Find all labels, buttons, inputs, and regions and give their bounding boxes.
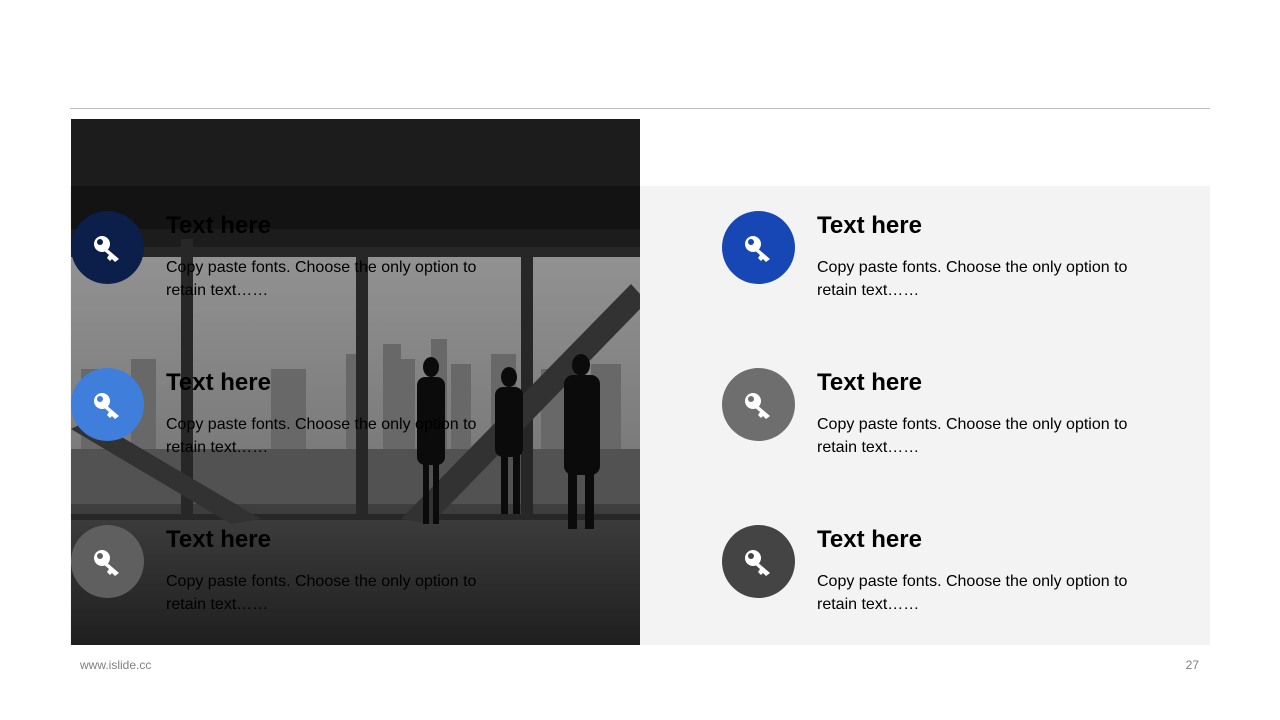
key-icon (94, 236, 119, 262)
item-1-title: Text here (166, 212, 271, 239)
key-icon (94, 393, 119, 419)
page-number: 27 (1185, 658, 1199, 672)
key-icon (745, 550, 770, 576)
item-3-title: Text here (166, 526, 271, 553)
item-5-icon-circle (722, 368, 795, 441)
item-3-body: Copy paste fonts. Choose the only option… (166, 573, 477, 613)
top-divider (70, 108, 1210, 109)
item-4-title: Text here (817, 212, 922, 239)
key-icon (745, 393, 770, 419)
feature-item-2: Text here Copy paste fonts. Choose the o… (71, 368, 531, 468)
feature-item-4: Text here Copy paste fonts. Choose the o… (722, 211, 1182, 311)
item-5-title: Text here (817, 369, 922, 396)
item-2-title: Text here (166, 369, 271, 396)
item-2-body: Copy paste fonts. Choose the only option… (166, 416, 477, 456)
item-4-icon-circle (722, 211, 795, 284)
feature-item-6: Text here Copy paste fonts. Choose the o… (722, 525, 1182, 625)
item-5-body: Copy paste fonts. Choose the only option… (817, 416, 1128, 456)
feature-item-1: Text here Copy paste fonts. Choose the o… (71, 211, 531, 311)
item-4-body: Copy paste fonts. Choose the only option… (817, 259, 1128, 299)
key-icon (94, 550, 119, 576)
item-2-icon-circle (71, 368, 144, 441)
feature-item-5: Text here Copy paste fonts. Choose the o… (722, 368, 1182, 468)
item-1-icon-circle (71, 211, 144, 284)
item-6-icon-circle (722, 525, 795, 598)
item-6-body: Copy paste fonts. Choose the only option… (817, 573, 1128, 613)
key-icon (745, 236, 770, 262)
feature-item-3: Text here Copy paste fonts. Choose the o… (71, 525, 531, 625)
footer-url: www.islide.cc (80, 658, 152, 672)
item-3-icon-circle (71, 525, 144, 598)
item-6-title: Text here (817, 526, 922, 553)
item-1-body: Copy paste fonts. Choose the only option… (166, 259, 477, 299)
